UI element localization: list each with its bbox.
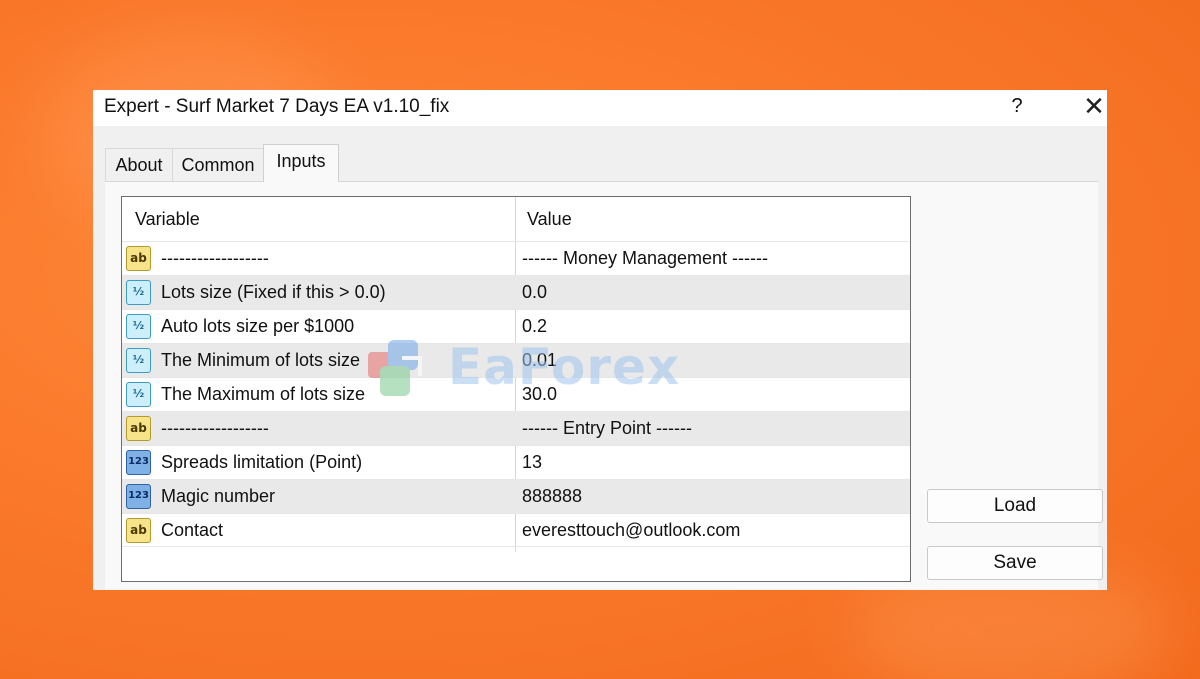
table-row[interactable]: 123 Spreads limitation (Point) 13	[122, 445, 910, 479]
variable-value[interactable]: 0.01	[522, 350, 557, 371]
integer-type-icon: 123	[126, 484, 151, 509]
tab-inputs[interactable]: Inputs	[263, 144, 339, 182]
grid-header: Variable Value	[122, 197, 910, 241]
integer-type-icon: 123	[126, 450, 151, 475]
variable-value[interactable]: ------ Money Management ------	[522, 248, 768, 269]
double-type-icon: ½	[126, 382, 151, 407]
table-row[interactable]: ab Contact everesttouch@outlook.com	[122, 513, 910, 547]
load-button[interactable]: Load	[927, 489, 1103, 523]
window-title: Expert - Surf Market 7 Days EA v1.10_fix	[104, 96, 450, 117]
variable-value[interactable]: everesttouch@outlook.com	[522, 520, 740, 541]
expert-dialog: Expert - Surf Market 7 Days EA v1.10_fix…	[93, 90, 1107, 590]
title-bar: Expert - Surf Market 7 Days EA v1.10_fix…	[93, 90, 1107, 126]
variable-column-header[interactable]: Variable	[135, 209, 200, 230]
string-type-icon: ab	[126, 518, 151, 543]
string-type-icon: ab	[126, 416, 151, 441]
double-type-icon: ½	[126, 280, 151, 305]
variable-value[interactable]: 0.0	[522, 282, 547, 303]
variable-name: ------------------	[161, 248, 269, 268]
help-button[interactable]: ?	[1007, 92, 1027, 120]
tab-about[interactable]: About	[105, 148, 173, 181]
variable-name: Contact	[161, 520, 224, 540]
inputs-grid: Variable Value ab ------------------ ---…	[121, 196, 911, 582]
variable-value[interactable]: ------ Entry Point ------	[522, 418, 692, 439]
variable-name: Auto lots size per $1000	[161, 316, 355, 336]
tab-common[interactable]: Common	[172, 148, 264, 181]
table-row[interactable]: ½ The Maximum of lots size 30.0	[122, 377, 910, 411]
variable-value[interactable]: 888888	[522, 486, 582, 507]
variable-value[interactable]: 13	[522, 452, 542, 473]
table-row[interactable]: ab ------------------ ------ Money Manag…	[122, 241, 910, 275]
double-type-icon: ½	[126, 348, 151, 373]
table-row[interactable]: ½ Auto lots size per $1000 0.2	[122, 309, 910, 343]
table-row[interactable]: 123 Magic number 888888	[122, 479, 910, 513]
table-row[interactable]: ½ Lots size (Fixed if this > 0.0) 0.0	[122, 275, 910, 309]
variable-name: The Maximum of lots size	[161, 384, 366, 404]
variable-name: The Minimum of lots size	[161, 350, 361, 370]
variable-name: Lots size (Fixed if this > 0.0)	[161, 282, 386, 302]
variable-value[interactable]: 0.2	[522, 316, 547, 337]
double-type-icon: ½	[126, 314, 151, 339]
string-type-icon: ab	[126, 246, 151, 271]
variable-value[interactable]: 30.0	[522, 384, 557, 405]
variable-name: Spreads limitation (Point)	[161, 452, 363, 472]
variable-name: ------------------	[161, 418, 269, 438]
save-button[interactable]: Save	[927, 546, 1103, 580]
value-column-header[interactable]: Value	[527, 209, 572, 230]
close-button[interactable]: ✕	[1079, 92, 1109, 120]
table-row[interactable]: ½ The Minimum of lots size 0.01	[122, 343, 910, 377]
table-row[interactable]: ab ------------------ ------ Entry Point…	[122, 411, 910, 445]
variable-name: Magic number	[161, 486, 276, 506]
